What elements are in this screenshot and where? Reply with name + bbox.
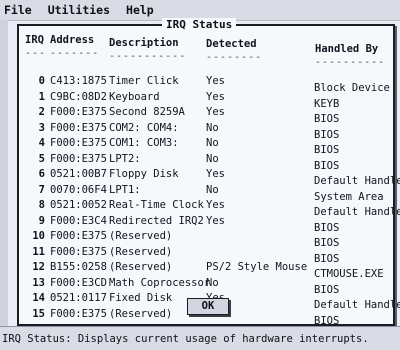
- status-bar: IRQ Status: Displays current usage of ha…: [0, 326, 400, 350]
- header-underline: -------: [50, 48, 100, 59]
- irq-address: F000:E375: [50, 152, 107, 165]
- irq-description: Math Coprocessor: [109, 276, 211, 289]
- irq-number: 13: [32, 276, 45, 289]
- table-row: 11 F000:E375 (Reserved) BIOS: [23, 245, 389, 265]
- irq-description: COM1: COM3:: [109, 137, 179, 149]
- header-underline: --------: [206, 52, 263, 63]
- irq-address: B155:0258: [50, 261, 107, 273]
- header-underline: ---: [25, 48, 47, 59]
- irq-address: F000:E375: [50, 245, 107, 258]
- irq-table: 0 C413:1875 Timer Click Yes Block Device…: [23, 74, 400, 327]
- table-row: 9 F000:E3C4 Redirected IRQ2 Yes BIOS: [23, 214, 389, 234]
- irq-detected: No: [206, 183, 219, 196]
- irq-address: C9BC:08D2: [50, 90, 107, 103]
- irq-address: F000:E375: [50, 137, 107, 149]
- irq-number: 9: [38, 214, 45, 227]
- irq-number: 10: [32, 230, 45, 242]
- irq-number: 6: [38, 168, 45, 180]
- irq-detected: Yes: [206, 199, 225, 211]
- irq-address: F000:E375: [50, 307, 107, 320]
- irq-description: LPT2:: [109, 152, 141, 165]
- irq-detected: PS/2 Style Mouse: [206, 261, 308, 273]
- irq-address: C413:1875: [50, 75, 107, 87]
- irq-detected: Yes: [206, 168, 225, 180]
- irq-number: 5: [38, 152, 45, 165]
- irq-description: Keyboard: [109, 90, 160, 103]
- irq-number: 7: [38, 183, 45, 196]
- irq-number: 3: [38, 121, 45, 134]
- irq-detected: No: [206, 121, 219, 134]
- table-row: 3 F000:E375 COM2: COM4: No BIOS: [23, 121, 389, 141]
- table-row: 5 F000:E375 LPT2: No BIOS: [23, 152, 389, 172]
- irq-description: (Reserved): [109, 245, 173, 258]
- header-underline: -----------: [109, 51, 187, 62]
- irq-address: F000:E3C4: [50, 214, 107, 227]
- table-row: 0 C413:1875 Timer Click Yes Block Device: [23, 74, 390, 94]
- irq-description: Redirected IRQ2: [109, 214, 204, 227]
- header-address: Address: [50, 34, 95, 46]
- irq-address: 0521:0052: [50, 199, 107, 211]
- irq-number: 4: [38, 137, 45, 149]
- irq-detected: No: [206, 137, 219, 149]
- irq-address: 0521:00B7: [50, 168, 107, 180]
- irq-detected: No: [206, 152, 219, 165]
- menu-help[interactable]: Help: [126, 0, 154, 20]
- irq-detected: Yes: [206, 75, 225, 87]
- irq-detected: Yes: [206, 106, 225, 118]
- irq-address: F000:E3CD: [50, 276, 107, 289]
- irq-number: 2: [38, 106, 45, 118]
- table-row: 8 0521:0052 Real-Time Clock Yes Default …: [23, 198, 400, 218]
- irq-description: LPT1:: [109, 183, 141, 196]
- table-row: 6 0521:00B7 Floppy Disk Yes Default Hand…: [23, 167, 400, 187]
- table-row: 10 F000:E375 (Reserved) BIOS: [23, 229, 389, 249]
- irq-detected: Yes: [206, 90, 225, 103]
- irq-status-dialog: IRQ Status IRQ Address Description Detec…: [17, 18, 400, 327]
- irq-description: Real-Time Clock: [109, 199, 204, 211]
- header-underline: ----------: [315, 57, 386, 68]
- irq-address: F000:E375: [50, 230, 107, 242]
- irq-address: 0070:06F4: [50, 183, 107, 196]
- irq-number: 1: [38, 90, 45, 103]
- irq-detected: Yes: [206, 214, 225, 227]
- header-irq: IRQ: [25, 34, 44, 46]
- table-row: 12 B155:0258 (Reserved) PS/2 Style Mouse…: [23, 260, 389, 280]
- header-description: Description: [109, 37, 179, 49]
- header-handled-by: Handled By: [315, 43, 379, 55]
- background-strip: [0, 20, 8, 326]
- irq-description: Fixed Disk: [109, 292, 173, 304]
- irq-description: Floppy Disk: [109, 168, 179, 180]
- irq-number: 12: [32, 261, 45, 273]
- irq-number: 11: [32, 245, 45, 258]
- irq-address: 0521:0117: [50, 292, 107, 304]
- irq-number: 8: [38, 199, 45, 211]
- table-row: 1 C9BC:08D2 Keyboard Yes KEYB: [23, 90, 389, 110]
- menu-utilities[interactable]: Utilities: [48, 0, 110, 20]
- irq-number: 14: [32, 292, 45, 304]
- ok-button[interactable]: OK: [187, 298, 229, 315]
- status-text: IRQ Status: Displays current usage of ha…: [2, 333, 369, 345]
- irq-description: COM2: COM4:: [109, 121, 179, 134]
- header-detected: Detected: [206, 38, 257, 50]
- msd-screen: File Utilities Help IRQ Status IRQ Addre…: [0, 0, 400, 350]
- irq-description: Second 8259A: [109, 106, 185, 118]
- irq-number: 0: [38, 75, 45, 87]
- irq-description: (Reserved): [109, 261, 173, 273]
- irq-description: Timer Click: [109, 75, 179, 87]
- irq-description: (Reserved): [109, 307, 173, 320]
- table-row: 4 F000:E375 COM1: COM3: No BIOS: [23, 136, 389, 156]
- table-row: 13 F000:E3CD Math Coprocessor No BIOS: [23, 276, 389, 296]
- irq-description: (Reserved): [109, 230, 173, 242]
- menu-file[interactable]: File: [4, 0, 32, 20]
- table-row: 7 0070:06F4 LPT1: No System Area: [23, 183, 389, 203]
- irq-number: 15: [32, 307, 45, 320]
- table-row: 2 F000:E375 Second 8259A Yes BIOS: [23, 105, 389, 125]
- irq-address: F000:E375: [50, 106, 107, 118]
- dialog-title: IRQ Status: [162, 18, 237, 31]
- irq-detected: No: [206, 276, 219, 289]
- irq-address: F000:E375: [50, 121, 107, 134]
